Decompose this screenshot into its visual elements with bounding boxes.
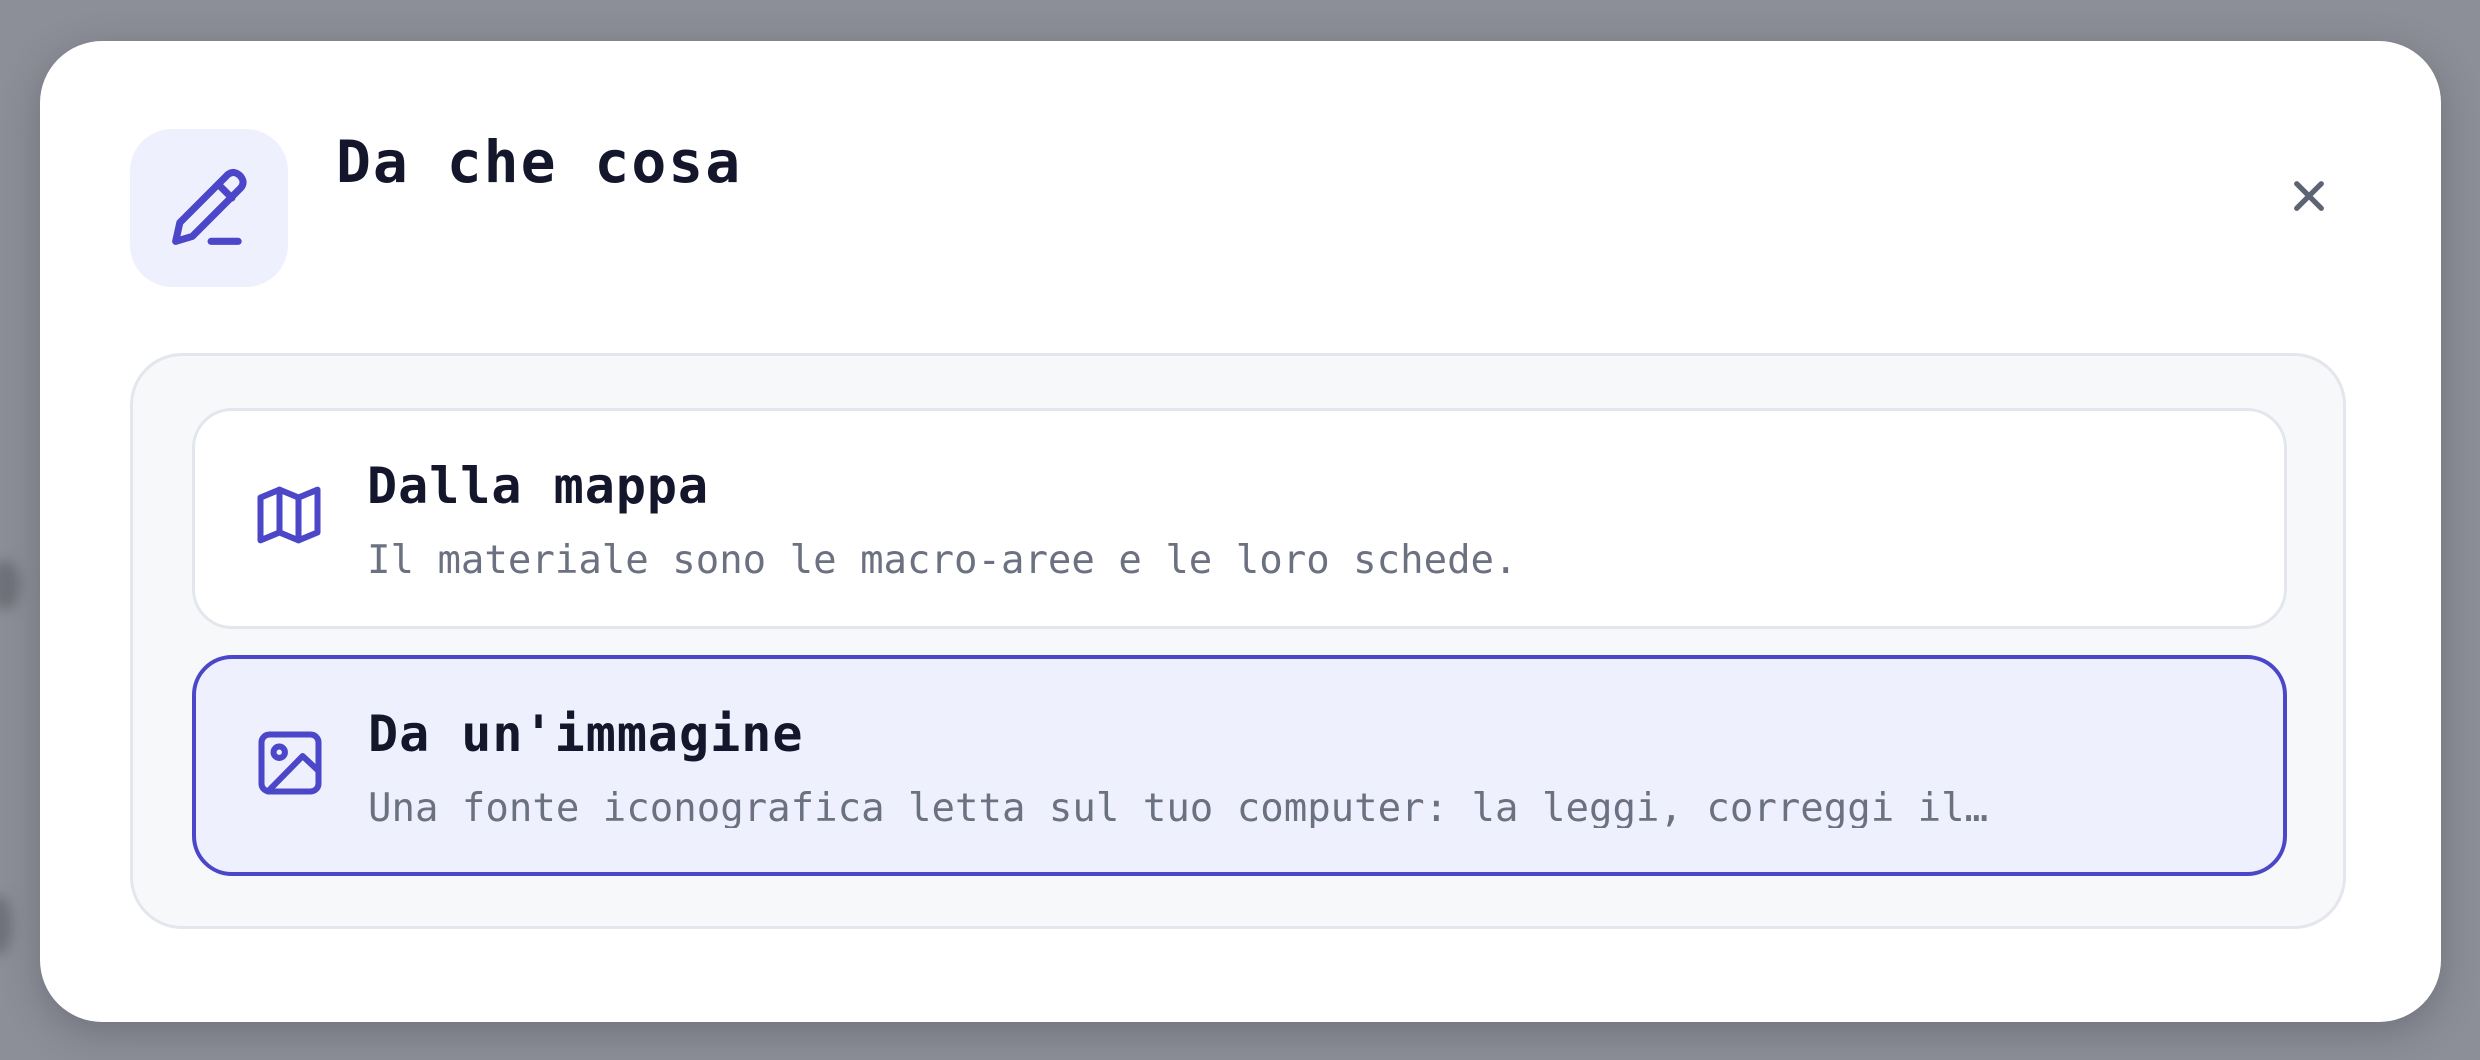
dialog-title: Da che cosa (336, 128, 743, 196)
option-icon (251, 477, 327, 553)
close-icon (2294, 181, 2324, 211)
option-title: Da un'immagine (368, 705, 804, 763)
option-from-image[interactable]: Da un'immagine Una fonte iconografica le… (192, 655, 2287, 876)
dialog: Da che cosa Dalla mappa Il materiale son… (40, 41, 2441, 1022)
map-icon (257, 486, 321, 544)
close-button[interactable] (2269, 156, 2349, 236)
option-title: Dalla mappa (367, 457, 710, 515)
backdrop-shape (0, 560, 20, 610)
option-description: Una fonte iconografica letta sul tuo com… (368, 789, 1989, 828)
options-panel: Dalla mappa Il materiale sono le macro-a… (130, 353, 2346, 929)
option-from-map[interactable]: Dalla mappa Il materiale sono le macro-a… (192, 408, 2287, 629)
pencil-icon (172, 168, 247, 245)
option-description: Il materiale sono le macro-aree e le lor… (367, 541, 1518, 580)
backdrop-shape (0, 895, 12, 955)
header-icon-container (130, 129, 288, 287)
option-icon (252, 725, 328, 801)
image-icon (258, 731, 322, 795)
